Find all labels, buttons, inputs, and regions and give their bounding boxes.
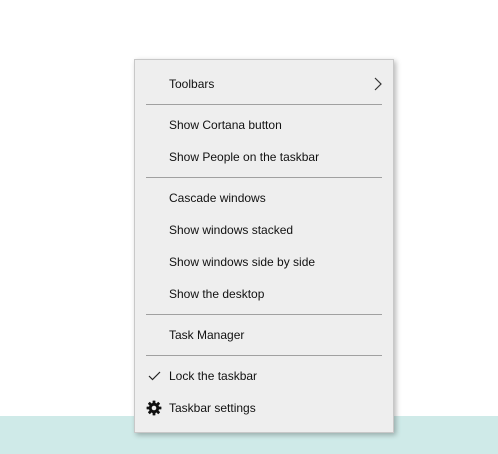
chevron-right-icon bbox=[373, 77, 383, 91]
menu-item-label: Show windows stacked bbox=[169, 223, 294, 237]
menu-item-cascade-windows[interactable]: Cascade windows bbox=[135, 182, 393, 214]
menu-item-label: Toolbars bbox=[169, 77, 215, 91]
menu-item-show-windows-side-by-side[interactable]: Show windows side by side bbox=[135, 246, 393, 278]
gear-icon bbox=[146, 400, 162, 416]
menu-item-lock-the-taskbar[interactable]: Lock the taskbar bbox=[135, 360, 393, 392]
menu-separator bbox=[146, 104, 382, 105]
menu-item-show-cortana-button[interactable]: Show Cortana button bbox=[135, 109, 393, 141]
menu-item-show-the-desktop[interactable]: Show the desktop bbox=[135, 278, 393, 310]
menu-item-show-windows-stacked[interactable]: Show windows stacked bbox=[135, 214, 393, 246]
check-icon bbox=[146, 368, 162, 384]
menu-item-label: Show People on the taskbar bbox=[169, 150, 320, 164]
menu-item-label: Show windows side by side bbox=[169, 255, 316, 269]
menu-item-label: Show the desktop bbox=[169, 287, 265, 301]
menu-separator bbox=[146, 177, 382, 178]
menu-item-label: Lock the taskbar bbox=[169, 369, 258, 383]
taskbar-context-menu: Toolbars Show Cortana button Show People… bbox=[134, 59, 394, 433]
menu-item-label: Task Manager bbox=[169, 328, 245, 342]
menu-item-toolbars[interactable]: Toolbars bbox=[135, 68, 393, 100]
menu-item-label: Show Cortana button bbox=[169, 118, 282, 132]
menu-separator bbox=[146, 355, 382, 356]
menu-item-label: Cascade windows bbox=[169, 191, 266, 205]
menu-item-show-people-on-taskbar[interactable]: Show People on the taskbar bbox=[135, 141, 393, 173]
menu-item-label: Taskbar settings bbox=[169, 401, 256, 415]
menu-item-taskbar-settings[interactable]: Taskbar settings bbox=[135, 392, 393, 424]
menu-item-task-manager[interactable]: Task Manager bbox=[135, 319, 393, 351]
menu-separator bbox=[146, 314, 382, 315]
